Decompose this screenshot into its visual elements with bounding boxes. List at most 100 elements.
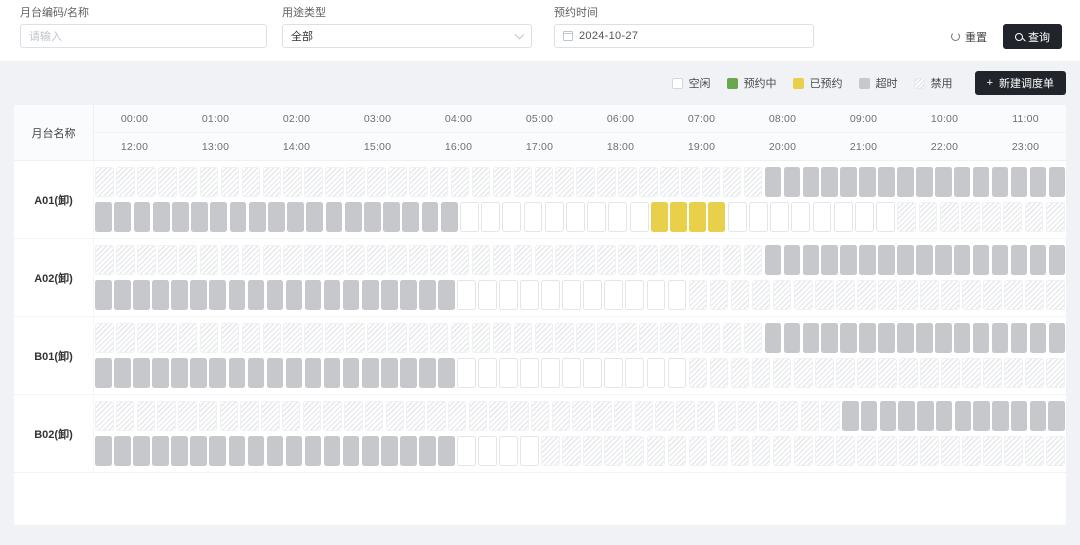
- slot-cell[interactable]: [646, 436, 666, 466]
- slot-cell[interactable]: [209, 358, 227, 388]
- slot-cell[interactable]: [972, 167, 990, 197]
- slot-cell[interactable]: [562, 280, 581, 310]
- slot-cell[interactable]: [95, 323, 114, 353]
- slot-cell[interactable]: [555, 323, 575, 353]
- slot-cell[interactable]: [489, 401, 508, 431]
- slot-cell[interactable]: [660, 245, 679, 275]
- slot-cell[interactable]: [342, 280, 360, 310]
- slot-cell[interactable]: [285, 358, 303, 388]
- slot-cell[interactable]: [953, 245, 971, 275]
- slot-cell[interactable]: [821, 323, 838, 353]
- slot-cell[interactable]: [667, 280, 687, 310]
- slot-cell[interactable]: [650, 202, 668, 232]
- slot-cell[interactable]: [171, 358, 189, 388]
- slot-cell[interactable]: [802, 167, 820, 197]
- slot-cell[interactable]: [722, 245, 742, 275]
- slot-cell[interactable]: [402, 202, 420, 232]
- slot-cell[interactable]: [800, 401, 820, 431]
- slot-cell[interactable]: [406, 401, 425, 431]
- slot-cell[interactable]: [95, 280, 112, 310]
- slot-cell[interactable]: [1010, 401, 1028, 431]
- slot-cell[interactable]: [618, 323, 637, 353]
- slot-cell[interactable]: [1010, 167, 1028, 197]
- search-button[interactable]: 查询: [1003, 24, 1062, 49]
- slot-cell[interactable]: [513, 167, 533, 197]
- slot-cell[interactable]: [962, 436, 981, 466]
- slot-cell[interactable]: [1048, 401, 1065, 431]
- slot-cell[interactable]: [859, 167, 876, 197]
- slot-cell[interactable]: [681, 245, 700, 275]
- slot-cell[interactable]: [898, 401, 915, 431]
- slot-cell[interactable]: [840, 167, 857, 197]
- slot-cell[interactable]: [597, 167, 616, 197]
- slot-cell[interactable]: [302, 401, 322, 431]
- slot-cell[interactable]: [856, 280, 876, 310]
- slot-cell[interactable]: [364, 401, 384, 431]
- slot-cell[interactable]: [304, 245, 323, 275]
- slot-cell[interactable]: [576, 245, 595, 275]
- slot-cell[interactable]: [510, 401, 529, 431]
- slot-cell[interactable]: [152, 436, 169, 466]
- slot-cell[interactable]: [438, 280, 455, 310]
- slot-cell[interactable]: [152, 202, 170, 232]
- slot-cell[interactable]: [770, 202, 789, 232]
- slot-cell[interactable]: [878, 436, 897, 466]
- slot-cell[interactable]: [934, 167, 952, 197]
- slot-cell[interactable]: [840, 323, 857, 353]
- slot-cell[interactable]: [960, 202, 980, 232]
- slot-cell[interactable]: [983, 280, 1002, 310]
- slot-cell[interactable]: [513, 323, 533, 353]
- slot-cell[interactable]: [457, 358, 476, 388]
- slot-cell[interactable]: [478, 280, 497, 310]
- slot-cell[interactable]: [344, 202, 362, 232]
- slot-cell[interactable]: [1025, 436, 1045, 466]
- slot-cell[interactable]: [972, 323, 990, 353]
- slot-cell[interactable]: [409, 323, 428, 353]
- slot-cell[interactable]: [116, 323, 135, 353]
- slot-cell[interactable]: [962, 358, 981, 388]
- slot-cell[interactable]: [304, 436, 322, 466]
- slot-cell[interactable]: [367, 323, 386, 353]
- slot-cell[interactable]: [783, 245, 801, 275]
- slot-cell[interactable]: [555, 167, 575, 197]
- slot-cell[interactable]: [660, 167, 679, 197]
- slot-cell[interactable]: [429, 245, 449, 275]
- slot-cell[interactable]: [266, 436, 284, 466]
- slot-cell[interactable]: [172, 202, 189, 232]
- slot-cell[interactable]: [688, 358, 708, 388]
- slot-cell[interactable]: [934, 323, 952, 353]
- slot-cell[interactable]: [137, 245, 156, 275]
- slot-cell[interactable]: [95, 436, 112, 466]
- slot-cell[interactable]: [460, 202, 479, 232]
- slot-cell[interactable]: [323, 401, 342, 431]
- slot-cell[interactable]: [751, 358, 771, 388]
- slot-cell[interactable]: [701, 323, 721, 353]
- slot-cell[interactable]: [137, 167, 156, 197]
- slot-cell[interactable]: [562, 436, 581, 466]
- slot-cell[interactable]: [534, 323, 554, 353]
- slot-cell[interactable]: [983, 358, 1002, 388]
- slot-cell[interactable]: [899, 280, 918, 310]
- slot-cell[interactable]: [709, 358, 729, 388]
- slot-cell[interactable]: [534, 245, 554, 275]
- slot-cell[interactable]: [534, 167, 554, 197]
- slot-cell[interactable]: [991, 245, 1009, 275]
- slot-cell[interactable]: [468, 401, 488, 431]
- slot-cell[interactable]: [157, 167, 177, 197]
- slot-cell[interactable]: [814, 358, 834, 388]
- slot-cell[interactable]: [361, 436, 379, 466]
- slot-cell[interactable]: [793, 358, 813, 388]
- slot-cell[interactable]: [814, 280, 834, 310]
- slot-cell[interactable]: [520, 436, 539, 466]
- slot-cell[interactable]: [152, 358, 169, 388]
- slot-cell[interactable]: [418, 436, 436, 466]
- slot-cell[interactable]: [676, 401, 695, 431]
- slot-cell[interactable]: [447, 401, 467, 431]
- slot-cell[interactable]: [499, 436, 518, 466]
- slot-cell[interactable]: [639, 245, 658, 275]
- slot-cell[interactable]: [1048, 167, 1066, 197]
- slot-cell[interactable]: [701, 245, 721, 275]
- slot-cell[interactable]: [783, 323, 801, 353]
- slot-cell[interactable]: [304, 280, 322, 310]
- slot-cell[interactable]: [478, 436, 497, 466]
